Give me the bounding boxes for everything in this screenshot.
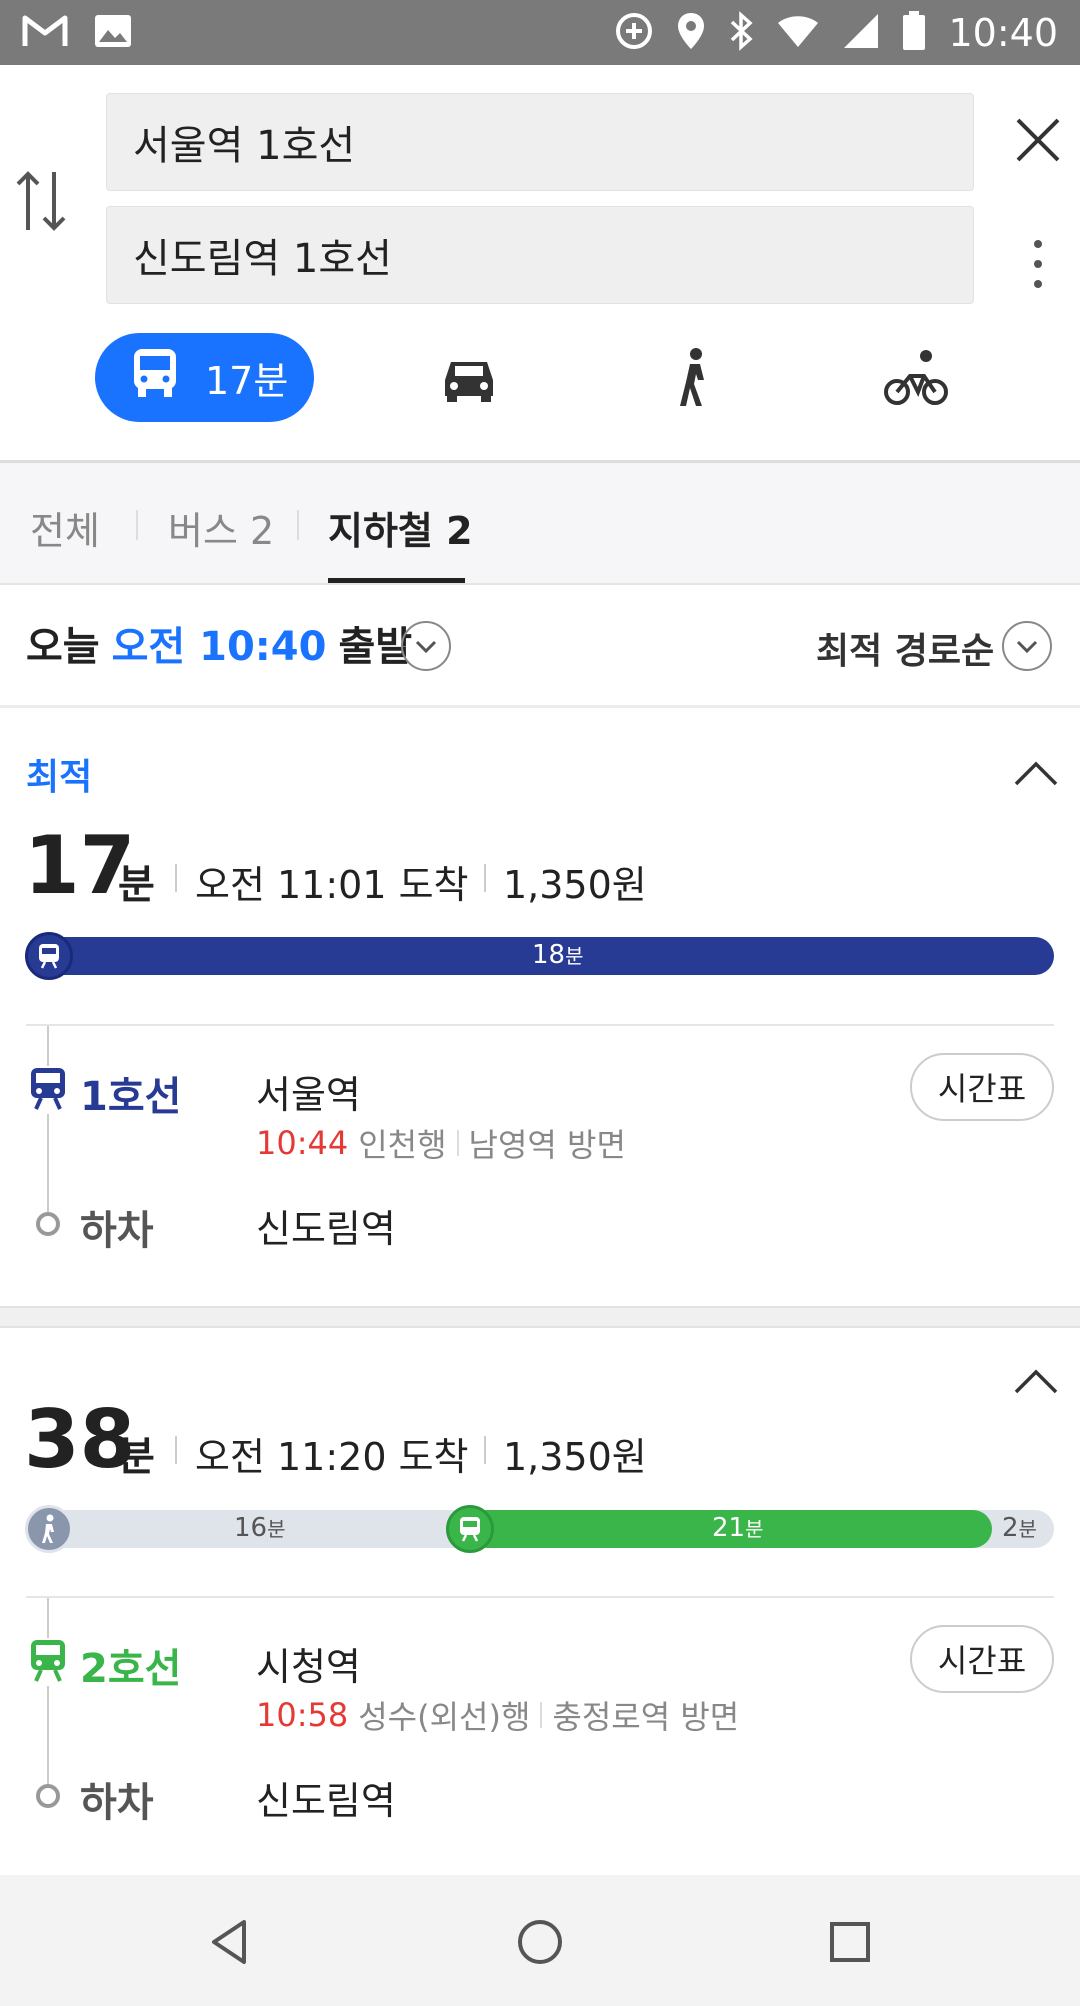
route-line	[47, 1026, 49, 1216]
divider	[0, 583, 1080, 585]
back-icon[interactable]	[200, 1912, 260, 1972]
timetable-button[interactable]: 시간표	[910, 1625, 1054, 1693]
tab-bus[interactable]: 버스 2	[168, 500, 274, 555]
chevron-up-icon[interactable]	[1012, 758, 1060, 788]
alight-marker-icon	[36, 1212, 60, 1236]
subway-icon	[446, 1505, 494, 1553]
info-separator	[540, 1702, 543, 1728]
recents-icon[interactable]	[820, 1912, 880, 1972]
best-route-badge: 최적	[26, 757, 93, 798]
meta-separator	[175, 864, 177, 892]
line-name: 2호선	[80, 1646, 182, 1692]
section-separator	[0, 1306, 1080, 1328]
tab-subway[interactable]: 지하철 2	[328, 500, 473, 555]
route-line	[47, 1598, 49, 1788]
battery-icon	[902, 10, 926, 55]
car-icon[interactable]	[437, 346, 501, 410]
data-saver-icon	[614, 11, 654, 55]
subway-icon	[28, 1066, 68, 1114]
tab-all[interactable]: 전체	[30, 500, 100, 555]
train-direction: 성수(외선)행	[358, 1698, 531, 1736]
route-duration-unit: 분	[118, 1434, 155, 1480]
chevron-up-icon[interactable]	[1012, 1366, 1060, 1396]
alight-station: 신도림역	[256, 1207, 396, 1251]
departure-time-selector[interactable]: 오늘 오전 10:40 출발	[26, 614, 412, 672]
walk-icon[interactable]	[662, 346, 726, 410]
meta-separator	[484, 1436, 486, 1464]
chevron-down-icon[interactable]	[401, 621, 451, 671]
segment-duration: 16분	[234, 1513, 286, 1543]
home-icon[interactable]	[510, 1912, 570, 1972]
route-arrival: 오전 11:20 도착	[195, 1435, 469, 1479]
departure-info: 10:58 성수(외선)행 충정로역 방면	[256, 1692, 739, 1738]
sort-order-label[interactable]: 최적 경로순	[816, 622, 994, 674]
chevron-down-icon[interactable]	[1002, 621, 1052, 671]
segment-duration: 2분	[1002, 1513, 1037, 1543]
divider	[26, 1024, 1054, 1026]
location-icon	[676, 11, 706, 55]
image-icon	[94, 14, 132, 52]
bicycle-icon[interactable]	[884, 346, 948, 410]
filter-bar	[0, 463, 1080, 583]
departure-info: 10:44 인천행 남영역 방면	[256, 1120, 626, 1166]
route-fare: 1,350원	[503, 863, 647, 907]
gmail-icon	[22, 14, 68, 52]
bluetooth-icon	[728, 10, 754, 55]
alight-station: 신도림역	[256, 1779, 396, 1823]
meta-separator	[175, 1436, 177, 1464]
origin-input[interactable]: 서울역 1호선	[106, 93, 974, 191]
route-duration-unit: 분	[118, 862, 155, 908]
divider	[0, 705, 1080, 708]
segment-duration: 18분	[532, 940, 584, 970]
alight-label: 하차	[80, 1208, 154, 1254]
walk-icon	[25, 1505, 73, 1553]
signal-icon	[842, 12, 880, 54]
meta-separator	[484, 864, 486, 892]
timetable-button[interactable]: 시간표	[910, 1053, 1054, 1121]
mode-transit-button[interactable]: 17분	[95, 333, 314, 422]
transit-time: 17분	[205, 359, 289, 403]
departure-time: 10:44	[256, 1124, 349, 1162]
board-station: 서울역	[256, 1073, 361, 1117]
close-icon[interactable]	[1012, 114, 1064, 166]
subway-icon	[28, 1638, 68, 1686]
board-station: 시청역	[256, 1645, 361, 1689]
wifi-icon	[776, 13, 820, 53]
departure-time: 10:58	[256, 1696, 349, 1734]
bus-icon	[131, 347, 179, 408]
next-station: 남영역 방면	[468, 1126, 626, 1164]
info-separator	[456, 1130, 459, 1156]
route-arrival: 오전 11:01 도착	[195, 863, 469, 907]
alight-label: 하차	[80, 1780, 154, 1826]
departure-prefix: 오늘	[26, 624, 100, 670]
tab-separator	[297, 510, 299, 540]
next-station: 충정로역 방면	[552, 1698, 740, 1736]
tab-separator	[136, 510, 138, 540]
more-options-icon[interactable]	[1026, 236, 1050, 292]
swap-icon[interactable]	[14, 168, 68, 234]
alight-marker-icon	[36, 1784, 60, 1808]
line-name: 1호선	[80, 1074, 182, 1120]
destination-input[interactable]: 신도림역 1호선	[106, 206, 974, 304]
segment-duration: 21분	[712, 1513, 764, 1543]
divider	[26, 1596, 1054, 1598]
departure-time: 오전 10:40	[111, 624, 327, 670]
train-direction: 인천행	[358, 1126, 447, 1164]
route-fare: 1,350원	[503, 1435, 647, 1479]
subway-icon	[25, 932, 73, 980]
status-time: 10:40	[948, 10, 1058, 55]
status-bar: 10:40	[0, 0, 1080, 65]
